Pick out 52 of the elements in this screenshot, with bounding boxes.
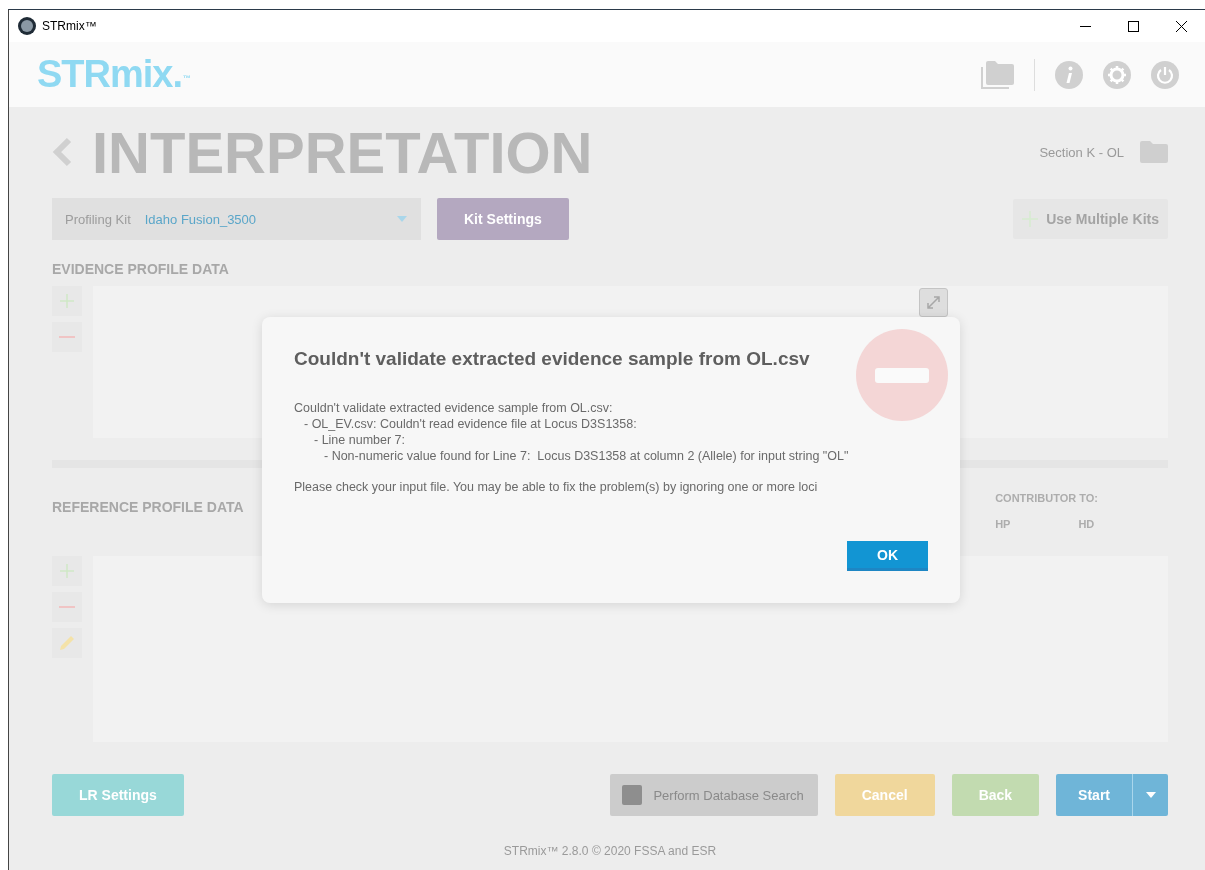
info-icon[interactable] (1055, 60, 1083, 89)
edit-button[interactable] (52, 628, 82, 658)
minus-icon (59, 606, 75, 608)
caret-icon (1145, 792, 1156, 798)
case-name: Section K - OL (1039, 144, 1124, 160)
app-logo: STRmix.$^{™}$ (37, 53, 192, 96)
use-multiple-kits-button[interactable]: Use Multiple Kits (1013, 199, 1168, 239)
dialog-message-line: - OL_EV.csv: Couldn't read evidence file at Locus D3S1358: (303, 416, 638, 432)
dialog-title: Couldn't validate extracted evidence sample from OL.csv (294, 348, 811, 370)
kit-settings-button[interactable]: Kit Settings (437, 198, 569, 240)
profiling-kit-dropdown[interactable]: Profiling Kit Idaho Fusion_3500 (52, 198, 421, 240)
settings-icon[interactable] (1103, 60, 1131, 89)
expand-button[interactable] (919, 288, 948, 317)
plus-icon (59, 293, 75, 309)
add-button[interactable] (52, 286, 82, 316)
checkbox-label: Perform Database Search (653, 787, 804, 803)
lr-settings-button[interactable]: LR Settings (52, 774, 184, 816)
remove-button[interactable] (52, 322, 82, 352)
folders-icon[interactable] (981, 60, 1014, 89)
back-button[interactable]: Back (951, 774, 1040, 816)
close-icon[interactable] (1175, 20, 1187, 32)
stop-icon (856, 329, 948, 421)
caret-icon (397, 216, 407, 222)
contributor-heading: CONTRIBUTOR TO: (995, 492, 1098, 504)
expand-icon (927, 296, 940, 309)
minimize-icon[interactable] (1079, 25, 1091, 27)
database-search-toggle[interactable]: Perform Database Search (610, 774, 818, 816)
section-heading: EVIDENCE PROFILE DATA (52, 261, 229, 277)
maximize-icon[interactable] (1127, 20, 1139, 32)
dialog-message-line: Couldn't validate extracted evidence sample from OL.csv: (294, 400, 614, 416)
minus-icon (59, 336, 75, 338)
window-title: STRmix™ (42, 19, 97, 33)
remove-button[interactable] (52, 592, 82, 622)
add-button[interactable] (52, 556, 82, 586)
dropdown-value: Idaho Fusion_3500 (144, 211, 257, 227)
back-chevron-icon[interactable] (52, 137, 72, 167)
dialog-note: Please check your input file. You may be able to fix the problem(s) by ignoring one or more loci (294, 480, 819, 494)
pencil-icon (58, 634, 76, 652)
checkbox[interactable] (622, 785, 643, 805)
column-header: HD (1078, 518, 1095, 530)
dialog-message-line: - Line number 7: (313, 432, 407, 448)
dropdown-label: Profiling Kit (65, 211, 131, 227)
app-logo-icon (18, 17, 36, 35)
folder-icon[interactable] (1140, 141, 1168, 163)
dialog-message-line: - Non-numeric value found for Line 7: Locus D3S1358 at column 2 (Allele) for input string "OL" (323, 448, 850, 464)
section-heading: REFERENCE PROFILE DATA (52, 499, 244, 515)
cancel-button[interactable]: Cancel (834, 774, 935, 816)
ok-button[interactable]: OK (847, 541, 928, 571)
plus-icon (59, 563, 75, 579)
column-header: HP (995, 518, 1011, 530)
copyright-footer: STRmix™ 2.8.0 © 2020 FSSA and ESR (503, 844, 717, 858)
power-icon[interactable] (1151, 60, 1179, 89)
